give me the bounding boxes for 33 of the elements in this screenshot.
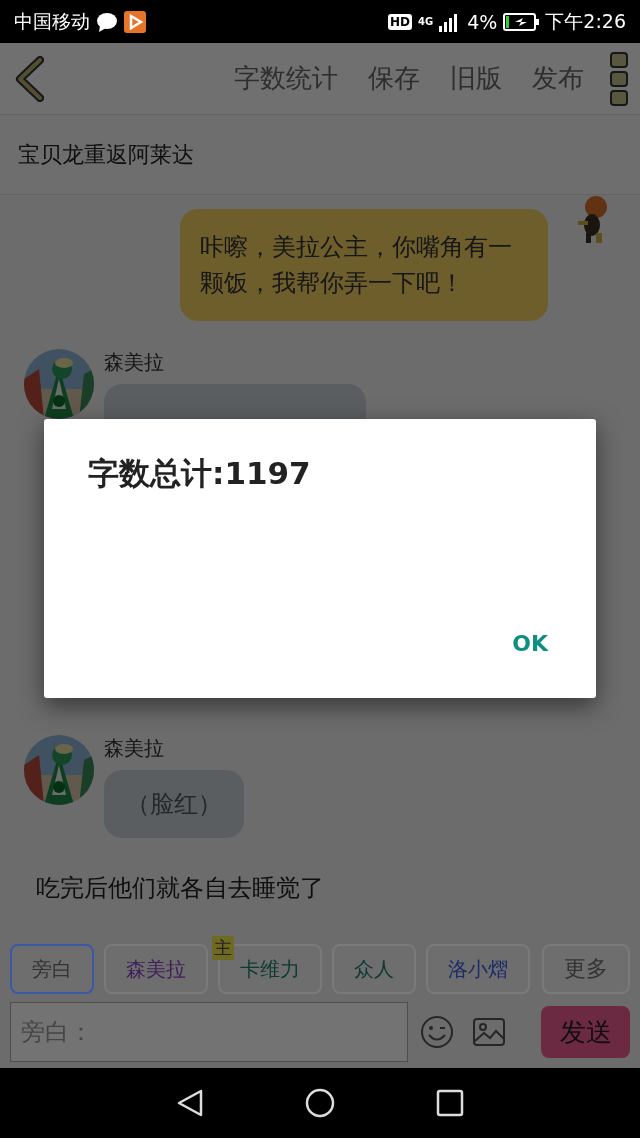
more-button[interactable]: 更多: [542, 944, 630, 994]
role-tab[interactable]: 旁白: [10, 944, 94, 994]
battery-icon: [503, 12, 540, 31]
dialog-message: 字数总计:1197: [88, 454, 311, 493]
back-icon[interactable]: [175, 1088, 205, 1118]
chat-bubble: （脸红）: [104, 770, 244, 838]
narration-text: 吃完后他们就各自去睡觉了: [36, 873, 325, 904]
menu-icon[interactable]: [610, 51, 628, 106]
toolbar-action[interactable]: 字数统计: [234, 61, 338, 96]
send-button[interactable]: 发送: [541, 1006, 630, 1058]
home-icon[interactable]: [305, 1088, 335, 1118]
play-icon: [124, 10, 146, 33]
hd-badge: HD: [388, 13, 412, 30]
toolbar-action[interactable]: 旧版: [450, 61, 502, 96]
ok-button[interactable]: OK: [508, 627, 552, 660]
chat-bubble: 咔嚓，美拉公主，你嘴角有一颗饭，我帮你弄一下吧！: [180, 209, 548, 321]
chat-icon: [96, 11, 118, 32]
network-label: 4G: [418, 16, 434, 27]
toolbar-action[interactable]: 保存: [368, 61, 420, 96]
carrier-name: 中国移动: [14, 8, 90, 34]
role-tab[interactable]: 洛小熠: [426, 944, 530, 994]
sender-name: 森美拉: [104, 349, 164, 376]
role-tab[interactable]: 森美拉: [104, 944, 208, 994]
toolbar-action[interactable]: 发布: [532, 61, 584, 96]
image-icon[interactable]: [472, 1015, 506, 1049]
recents-icon[interactable]: [435, 1088, 465, 1118]
role-tab[interactable]: 众人: [332, 944, 416, 994]
sender-name: 森美拉: [104, 735, 164, 762]
lead-badge: 主: [212, 936, 234, 960]
emoji-icon[interactable]: [420, 1015, 454, 1049]
story-title: 宝贝龙重返阿莱达: [18, 140, 194, 169]
clock: 下午2:26: [545, 8, 626, 34]
battery-percent: 4%: [467, 10, 498, 33]
